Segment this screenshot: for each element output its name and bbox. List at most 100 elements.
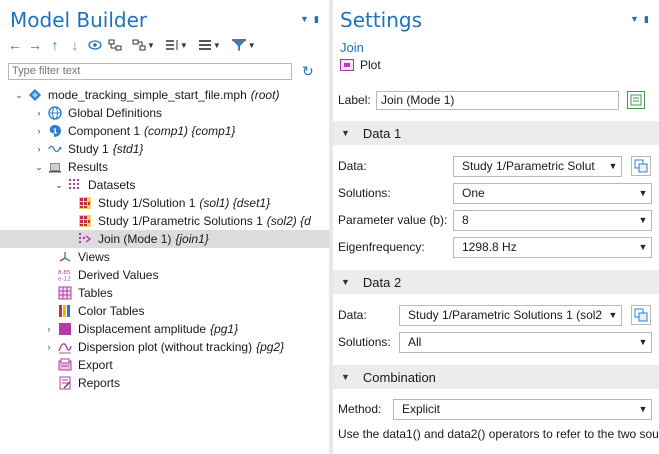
method-select[interactable]: Explicit ▼ — [393, 398, 652, 420]
tree-node-tag: {join1} — [175, 232, 209, 246]
model-builder-pane: Model Builder ▼ ▮ ← → ↑ ↓ ▼ ▼ ▼ ▼ Type f… — [0, 0, 329, 454]
chevron-down-icon[interactable]: ⌄ — [54, 180, 64, 191]
tree-expand-icon — [132, 39, 146, 51]
move-up-icon[interactable]: ↑ — [48, 37, 62, 53]
tree-node-tag: {pg1} — [210, 322, 239, 336]
label-caption: Label: — [338, 93, 371, 107]
tree-node-join-mode-1[interactable]: Join (Mode 1) {join1} — [0, 230, 329, 248]
tree-node-export[interactable]: Export — [0, 356, 329, 374]
svg-text:8.85: 8.85 — [58, 270, 71, 276]
tree-node-label: Component 1 — [68, 124, 141, 138]
go-to-source-button[interactable] — [631, 156, 651, 176]
collapse-triangle-icon: ▼ — [341, 372, 350, 382]
chevron-down-icon: ▼ — [247, 40, 256, 50]
go-to-source-button[interactable] — [631, 305, 651, 325]
chevron-down-icon[interactable]: ⌄ — [34, 162, 44, 173]
pin-icon[interactable]: ▮ — [314, 14, 319, 25]
chevron-right-icon[interactable]: › — [44, 342, 54, 352]
tree-node-parametric-solutions-1[interactable]: Study 1/Parametric Solutions 1 (sol2) {d — [0, 212, 329, 230]
move-down-icon[interactable]: ↓ — [68, 37, 82, 53]
solution-dataset-icon — [78, 196, 92, 210]
sort-menu[interactable]: ▼ — [165, 39, 188, 51]
data1-eigenfrequency-row: Eigenfrequency: 1298.8 Hz ▼ — [338, 236, 653, 258]
chevron-right-icon[interactable]: › — [44, 324, 54, 334]
tree-node-label: Join (Mode 1) — [98, 232, 172, 246]
section-header: Data 2 — [362, 274, 402, 290]
data1-solutions-select[interactable]: One ▼ — [453, 182, 652, 204]
tree-node-component-1[interactable]: › 1 Component 1 (comp1) {comp1} — [0, 122, 329, 140]
data2-data-select[interactable]: Study 1/Parametric Solutions 1 (sol2 ▼ — [399, 304, 622, 326]
tree-node-study-1[interactable]: › Study 1 {std1} — [0, 140, 329, 158]
chevron-down-icon: ▼ — [638, 215, 648, 225]
select-value: Explicit — [402, 402, 441, 416]
select-value: Study 1/Parametric Solutions 1 (sol2 — [408, 308, 603, 322]
chevron-right-icon[interactable]: › — [34, 126, 44, 136]
section-data-1[interactable]: ▼ Data 1 — [333, 121, 659, 145]
data1-parameter-select[interactable]: 8 ▼ — [453, 209, 652, 231]
component-icon: 1 — [48, 124, 62, 138]
select-value: Study 1/Parametric Solut — [462, 159, 595, 173]
show-icon[interactable] — [88, 37, 102, 53]
tree-node-datasets[interactable]: ⌄ Datasets — [0, 176, 329, 194]
tree-node-views[interactable]: Views — [0, 248, 329, 266]
svg-text:1: 1 — [53, 128, 58, 136]
field-label: Data: — [338, 308, 367, 322]
pane-menu-icon[interactable]: ▼ — [630, 14, 639, 24]
color-table-icon — [58, 304, 72, 318]
field-label: Eigenfrequency: — [338, 240, 425, 254]
report-icon — [58, 376, 72, 390]
chevron-down-icon: ▼ — [147, 40, 155, 50]
tree-node-label: Dispersion plot (without tracking) — [78, 340, 253, 354]
filter-input[interactable] — [8, 62, 292, 80]
tree-node-dispersion-plot[interactable]: › Dispersion plot (without tracking) {pg… — [0, 338, 329, 356]
field-label: Data: — [338, 159, 367, 173]
combination-description: Use the data1() and data2() operators to… — [338, 427, 659, 441]
tree-node-global-definitions[interactable]: › Global Definitions — [0, 104, 329, 122]
plot-label: Plot — [360, 58, 381, 72]
study-icon — [48, 142, 62, 156]
tree-node-tag: (sol1) {dset1} — [199, 196, 271, 210]
tree-node-results[interactable]: ⌄ Results — [0, 158, 329, 176]
section-combination[interactable]: ▼ Combination — [333, 365, 659, 389]
refresh-icon[interactable]: ↻ — [302, 63, 314, 80]
build-menu[interactable]: ▼ — [231, 38, 256, 52]
tree-node-color-tables[interactable]: Color Tables — [0, 302, 329, 320]
forward-arrow-icon[interactable]: → — [28, 37, 42, 53]
label-input[interactable]: Join (Mode 1) — [376, 90, 619, 110]
data1-parameter-row: Parameter value (b): 8 ▼ — [338, 209, 653, 231]
tree-node-label: Study 1/Parametric Solutions 1 — [98, 214, 263, 228]
tree-node-derived-values[interactable]: 8.85 e-12 Derived Values — [0, 266, 329, 284]
chevron-right-icon[interactable]: › — [34, 108, 44, 118]
chevron-down-icon: ▼ — [608, 161, 618, 171]
data1-data-select[interactable]: Study 1/Parametric Solut ▼ — [453, 155, 622, 177]
tree-node-label: Color Tables — [78, 304, 145, 318]
model-tree: ⌄ mode_tracking_simple_start_file.mph (r… — [0, 86, 329, 392]
select-value: 8 — [462, 213, 469, 227]
pin-icon[interactable]: ▮ — [644, 14, 649, 25]
data1-eigenfrequency-select[interactable]: 1298.8 Hz ▼ — [453, 236, 652, 258]
model-builder-title: Model Builder — [10, 8, 148, 32]
expand-menu[interactable]: ▼ — [132, 39, 155, 51]
export-icon — [58, 358, 72, 372]
svg-text:e-12: e-12 — [58, 276, 71, 282]
pane-menu-icon[interactable]: ▼ — [300, 14, 309, 24]
chevron-right-icon[interactable]: › — [34, 144, 44, 154]
derived-values-icon: 8.85 e-12 — [58, 268, 72, 282]
tree-node-tables[interactable]: Tables — [0, 284, 329, 302]
data1-solutions-row: Solutions: One ▼ — [338, 182, 653, 204]
tree-node-solution-1[interactable]: Study 1/Solution 1 (sol1) {dset1} — [0, 194, 329, 212]
data2-solutions-select[interactable]: All ▼ — [399, 331, 652, 353]
collapse-icon[interactable] — [108, 37, 122, 53]
label-edit-icon[interactable] — [627, 91, 645, 109]
tree-node-root[interactable]: ⌄ mode_tracking_simple_start_file.mph (r… — [0, 86, 329, 104]
chevron-down-icon[interactable]: ⌄ — [14, 90, 24, 101]
back-arrow-icon[interactable]: ← — [8, 37, 22, 53]
tree-node-label: mode_tracking_simple_start_file.mph — [48, 88, 247, 102]
chevron-down-icon: ▼ — [638, 337, 648, 347]
section-data-2[interactable]: ▼ Data 2 — [333, 270, 659, 294]
field-label: Solutions: — [338, 186, 391, 200]
tree-node-reports[interactable]: Reports — [0, 374, 329, 392]
view-menu[interactable]: ▼ — [198, 39, 221, 51]
tree-node-displacement-amplitude[interactable]: › Displacement amplitude {pg1} — [0, 320, 329, 338]
plot-type-row[interactable]: Plot — [340, 58, 381, 72]
